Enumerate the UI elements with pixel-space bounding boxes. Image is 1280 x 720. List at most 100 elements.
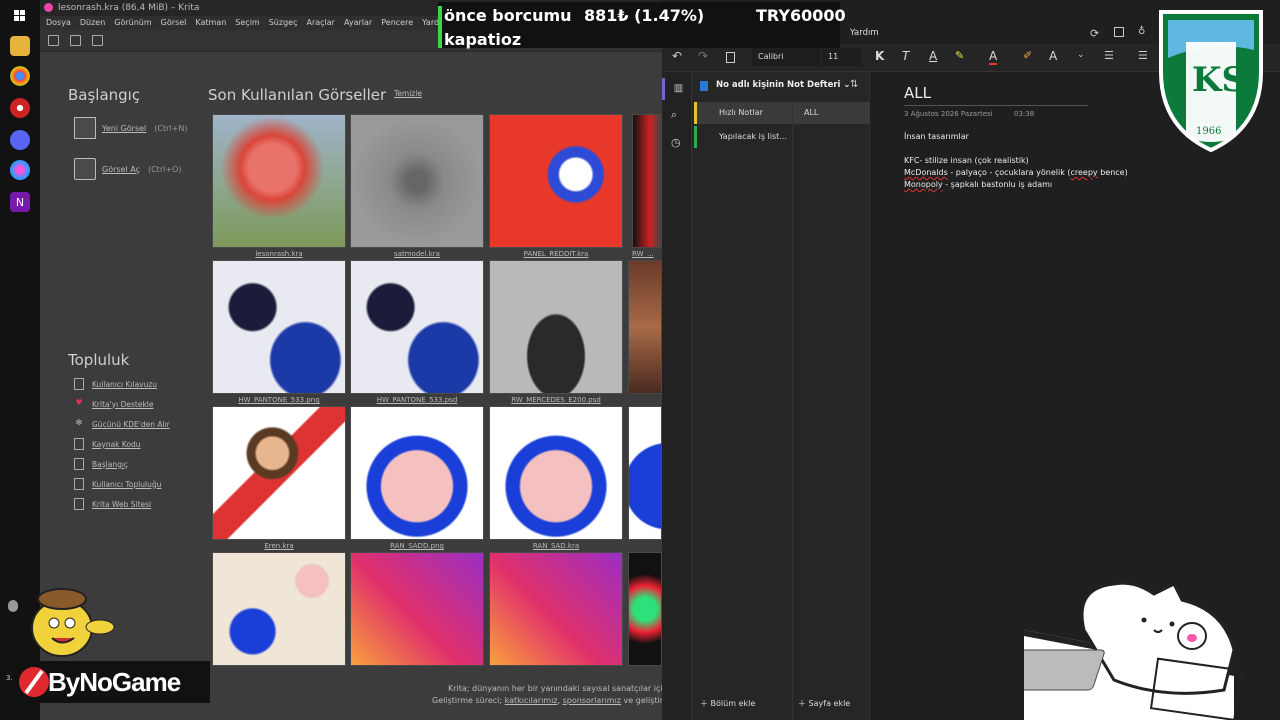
recent-thumb[interactable] bbox=[350, 406, 484, 540]
recent-heading: Son Kullanılan Görseller bbox=[208, 86, 387, 104]
page-title[interactable]: ALL bbox=[904, 84, 931, 102]
sad-face-png-thumbnail bbox=[351, 407, 483, 539]
onenote-help-menu[interactable]: Yardım bbox=[850, 28, 879, 38]
lightbulb-icon[interactable]: ♁ bbox=[1138, 26, 1145, 37]
new-document-icon bbox=[74, 117, 96, 139]
menu-gorsel[interactable]: Görsel bbox=[161, 16, 187, 30]
save-icon[interactable] bbox=[92, 35, 103, 46]
menu-duzen[interactable]: Düzen bbox=[80, 16, 105, 30]
footer-line1: Krita; dünyanın her bir yanındaki sayısa… bbox=[448, 684, 674, 693]
note-line[interactable]: Monopoly - şapkalı bastonlu iş adamı bbox=[904, 180, 1052, 189]
add-page-button[interactable]: ＋ Sayfa ekle bbox=[798, 698, 850, 709]
menu-secim[interactable]: Seçim bbox=[235, 16, 259, 30]
page-time: 03:38 bbox=[1014, 110, 1035, 118]
recent-thumb[interactable] bbox=[489, 114, 623, 248]
page-label: ALL bbox=[804, 108, 819, 117]
file-explorer-icon[interactable] bbox=[10, 36, 30, 56]
brand-name: ByNoGame bbox=[48, 666, 181, 697]
note-line[interactable]: KFC- stilize insan (çok realistik) bbox=[904, 156, 1029, 165]
sort-icon[interactable]: ⇅ bbox=[850, 79, 858, 90]
title-underline bbox=[904, 105, 1088, 106]
recent-thumb[interactable] bbox=[489, 406, 623, 540]
section-quick-notes[interactable]: Hızlı Notlar bbox=[694, 102, 792, 124]
open-folder-icon[interactable] bbox=[70, 35, 81, 46]
redo-icon[interactable]: ↷ bbox=[698, 49, 708, 63]
recent-icon[interactable]: ◷ bbox=[671, 136, 681, 149]
recent-thumb[interactable] bbox=[212, 552, 346, 666]
undo-icon[interactable]: ↶ bbox=[672, 49, 682, 63]
recent-thumb[interactable] bbox=[632, 114, 662, 248]
clear-recent-link[interactable]: Temizle bbox=[394, 89, 422, 98]
community-link-source[interactable]: Kaynak Kodu bbox=[74, 438, 141, 450]
recent-thumb[interactable] bbox=[350, 114, 484, 248]
sponsors-link[interactable]: sponsorlarımız bbox=[563, 696, 621, 705]
recent-thumb[interactable] bbox=[489, 552, 623, 666]
community-link-website[interactable]: Krita Web Sitesi bbox=[74, 498, 151, 510]
format-painter-icon[interactable]: ✐ bbox=[1023, 49, 1032, 62]
notebooks-icon[interactable]: ▥ bbox=[662, 78, 692, 100]
discord-icon[interactable] bbox=[10, 130, 30, 150]
clipboard-icon[interactable] bbox=[726, 52, 735, 63]
recent-thumb[interactable] bbox=[628, 406, 662, 540]
note-line[interactable]: İnsan tasarımlar bbox=[904, 132, 969, 141]
notebook-title[interactable]: No adlı kişinin Not Defteri ⌄ bbox=[716, 80, 851, 90]
browser-icon[interactable] bbox=[10, 98, 30, 118]
menu-katman[interactable]: Katman bbox=[195, 16, 226, 30]
section-todo[interactable]: Yapılacak iş list... bbox=[694, 126, 792, 148]
font-name-box[interactable]: Calibri bbox=[752, 48, 820, 66]
recent-thumb[interactable] bbox=[212, 406, 346, 540]
sync-icon[interactable]: ⟳ bbox=[1090, 27, 1099, 40]
contributors-link[interactable]: katkıcılarımız bbox=[505, 696, 558, 705]
new-file-icon[interactable] bbox=[48, 35, 59, 46]
recent-file-name: HW_PANTONE_533.psd bbox=[376, 396, 458, 404]
recent-thumb[interactable] bbox=[628, 552, 662, 666]
sad-face-partial-thumbnail bbox=[629, 407, 661, 539]
menu-ayarlar[interactable]: Ayarlar bbox=[344, 16, 372, 30]
add-section-button[interactable]: ＋ Bölüm ekle bbox=[700, 698, 755, 709]
open-image-link[interactable]: Görsel Aç (Ctrl+O) bbox=[74, 158, 181, 180]
page-date: 3 Ağustos 2026 Pazartesi bbox=[904, 110, 993, 118]
immersive-reader-icon[interactable] bbox=[1114, 27, 1124, 37]
chrome-icon[interactable] bbox=[10, 66, 30, 86]
menu-suzgec[interactable]: Süzgeç bbox=[269, 16, 298, 30]
new-image-link[interactable]: Yeni Görsel (Ctrl+N) bbox=[74, 117, 187, 139]
krita-window: lesonrash.kra (86,4 MiB) – Krita Dosya D… bbox=[40, 0, 673, 720]
community-link-kde[interactable]: ✻ Gücünü KDE'den Alır bbox=[74, 418, 170, 430]
menu-gorunum[interactable]: Görünüm bbox=[114, 16, 151, 30]
menu-dosya[interactable]: Dosya bbox=[46, 16, 71, 30]
note-line[interactable]: McDonalds - palyaço - çocuklara yönelik … bbox=[904, 168, 1128, 177]
windows-start-icon[interactable] bbox=[10, 6, 30, 26]
microphone-icon[interactable] bbox=[8, 600, 18, 612]
search-icon[interactable]: ⌕ bbox=[671, 108, 677, 122]
hotwheels-psd-thumbnail bbox=[351, 261, 483, 393]
chevron-down-icon[interactable]: ⌄ bbox=[1077, 50, 1085, 60]
italic-icon[interactable]: T bbox=[902, 49, 909, 63]
bullet-list-icon[interactable]: ☰ bbox=[1104, 49, 1114, 62]
recent-thumb[interactable] bbox=[350, 552, 484, 666]
recent-thumb[interactable] bbox=[628, 260, 662, 394]
community-link-support[interactable]: ♥ Krita'yı Destekle bbox=[74, 398, 153, 410]
font-size-box[interactable]: 11 bbox=[822, 48, 862, 66]
clear-format-icon[interactable]: A bbox=[1049, 49, 1057, 63]
recent-thumb[interactable] bbox=[212, 260, 346, 394]
recent-thumb[interactable] bbox=[212, 114, 346, 248]
menu-pencere[interactable]: Pencere bbox=[381, 16, 413, 30]
recent-thumb[interactable] bbox=[350, 260, 484, 394]
open-image-shortcut: (Ctrl+O) bbox=[147, 164, 182, 174]
numbered-list-icon[interactable]: ☰ bbox=[1138, 49, 1148, 62]
underline-icon[interactable]: A bbox=[929, 49, 937, 63]
ticker-bar bbox=[438, 6, 442, 48]
window-title: lesonrash.kra (86,4 MiB) – Krita bbox=[58, 3, 200, 13]
font-color-icon[interactable]: A bbox=[989, 49, 998, 65]
bold-icon[interactable]: K bbox=[875, 49, 884, 63]
page-all[interactable]: ALL bbox=[792, 102, 870, 124]
highlight-icon[interactable]: ✎ bbox=[955, 49, 964, 62]
recent-thumb[interactable] bbox=[489, 260, 623, 394]
community-link-forum[interactable]: Kullanıcı Topluluğu bbox=[74, 478, 161, 490]
onenote-icon[interactable]: N bbox=[10, 192, 30, 212]
community-link-start[interactable]: Başlangıç bbox=[74, 458, 128, 470]
community-link-manual[interactable]: Kullanıcı Kılavuzu bbox=[74, 378, 157, 390]
open-image-label: Görsel Aç bbox=[102, 164, 140, 174]
krita-icon[interactable] bbox=[10, 160, 30, 180]
menu-araclar[interactable]: Araçlar bbox=[306, 16, 334, 30]
